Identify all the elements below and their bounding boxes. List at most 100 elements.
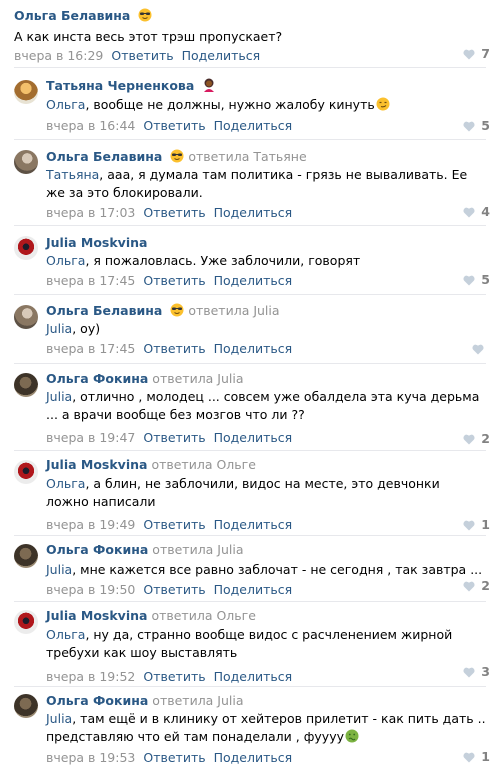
like-button[interactable]: 2 (463, 431, 490, 448)
like-count: 1 (481, 517, 490, 532)
avatar[interactable] (14, 305, 38, 329)
comment-text: Ольга, я пожаловлась. Уже заблочили, гов… (46, 253, 361, 268)
avatar[interactable] (14, 150, 38, 174)
reply-to-label[interactable]: ответила Julia (152, 693, 243, 708)
like-button[interactable]: 5 (463, 118, 490, 135)
mention-link[interactable]: Julia (46, 321, 72, 336)
like-button[interactable]: 1 (463, 749, 490, 766)
avatar[interactable] (14, 236, 38, 260)
mention-link[interactable]: Ольга (46, 476, 85, 491)
like-button[interactable]: 7 (463, 46, 490, 63)
comment-author[interactable]: Ольга Фокина (46, 542, 148, 557)
reply-button[interactable]: Ответить (143, 205, 205, 220)
comment-text: Julia, мне кажется все равно заблочат - … (46, 562, 483, 577)
share-button[interactable]: Поделиться (214, 750, 293, 765)
reply-button[interactable]: Ответить (143, 341, 205, 356)
mention-link[interactable]: Ольга (46, 627, 85, 642)
comment-date[interactable]: вчера в 19:50 (46, 582, 135, 597)
comment: Julia Moskvina ответила Ольге Ольга, ну … (0, 602, 504, 686)
reply-to-label[interactable]: ответила Julia (152, 542, 243, 557)
heart-icon (463, 433, 475, 448)
sunglasses-emoji-icon (138, 8, 152, 25)
comment-date[interactable]: вчера в 17:45 (46, 341, 135, 356)
like-button[interactable]: 2 (463, 578, 490, 595)
mention-link[interactable]: Ольга (46, 253, 85, 268)
nauseated-emoji-icon (345, 729, 359, 748)
reply-to-label[interactable]: ответила Julia (188, 303, 279, 318)
like-count: 2 (481, 431, 490, 446)
mention-link[interactable]: Julia (46, 389, 72, 404)
avatar[interactable] (14, 610, 38, 634)
reply-button[interactable]: Ответить (143, 750, 205, 765)
mention-link[interactable]: Ольга (46, 97, 85, 112)
comment: Julia Moskvina ответила Ольге Ольга, а б… (0, 451, 504, 535)
comment-author[interactable]: Julia Moskvina (46, 235, 147, 250)
like-button[interactable]: 1 (463, 517, 490, 534)
mention-link[interactable]: Julia (46, 711, 72, 726)
woman-emoji-icon (202, 78, 216, 95)
avatar[interactable] (14, 80, 38, 104)
comment-author[interactable]: Татьяна Черненкова (46, 78, 194, 93)
comment-author[interactable]: Ольга Белавина (14, 8, 130, 23)
reply-to-label[interactable]: ответила Ольге (151, 608, 255, 623)
mention-link[interactable]: Татьяна (46, 167, 99, 182)
heart-icon (463, 48, 475, 63)
comment-author[interactable]: Julia Moskvina (46, 457, 147, 472)
like-count: 5 (481, 272, 490, 287)
heart-icon (463, 666, 475, 681)
comment: Ольга Белавина А как инста весь этот трэ… (0, 0, 504, 66)
reply-to-label[interactable]: ответила Ольге (151, 457, 255, 472)
comment-author[interactable]: Ольга Белавина (46, 303, 162, 318)
mention-link[interactable]: Julia (46, 562, 72, 577)
share-button[interactable]: Поделиться (182, 48, 261, 63)
comment: Ольга Белавина ответила Julia Julia, оу)… (0, 295, 504, 363)
like-button[interactable] (472, 341, 490, 358)
comment-text: Татьяна, ааа, я думала там политика - гр… (46, 167, 468, 200)
reply-button[interactable]: Ответить (111, 48, 173, 63)
avatar[interactable] (14, 373, 38, 397)
like-count: 1 (481, 749, 490, 764)
reply-button[interactable]: Ответить (143, 430, 205, 445)
share-button[interactable]: Поделиться (214, 430, 293, 445)
reply-button[interactable]: Ответить (143, 118, 205, 133)
comment-date[interactable]: вчера в 17:03 (46, 205, 135, 220)
reply-button[interactable]: Ответить (143, 517, 205, 532)
sunglasses-emoji-icon (170, 303, 184, 320)
heart-icon (463, 274, 475, 289)
comment: Татьяна Черненкова Ольга, вообще не долж… (0, 68, 504, 138)
share-button[interactable]: Поделиться (214, 669, 293, 684)
comment-author[interactable]: Ольга Фокина (46, 371, 148, 386)
reply-button[interactable]: Ответить (143, 273, 205, 288)
comment-date[interactable]: вчера в 19:53 (46, 750, 135, 765)
reply-to-label[interactable]: ответила Julia (152, 371, 243, 386)
comment-date[interactable]: вчера в 16:29 (14, 48, 103, 63)
comment-date[interactable]: вчера в 17:45 (46, 273, 135, 288)
comment: Ольга Фокина ответила Julia Julia, мне к… (0, 536, 504, 602)
reply-to-label[interactable]: ответила Татьяне (188, 149, 306, 164)
avatar[interactable] (14, 460, 38, 484)
like-button[interactable]: 4 (463, 204, 490, 221)
comment-author[interactable]: Ольга Белавина (46, 149, 162, 164)
avatar[interactable] (14, 694, 38, 718)
comment-author[interactable]: Ольга Фокина (46, 693, 148, 708)
avatar[interactable] (14, 544, 38, 568)
like-button[interactable]: 5 (463, 272, 490, 289)
reply-button[interactable]: Ответить (143, 582, 205, 597)
share-button[interactable]: Поделиться (214, 341, 293, 356)
comment-text: Ольга, а блин, не заблочили, видос на ме… (46, 476, 440, 509)
like-button[interactable]: 3 (463, 664, 490, 681)
share-button[interactable]: Поделиться (214, 582, 293, 597)
reply-button[interactable]: Ответить (143, 669, 205, 684)
share-button[interactable]: Поделиться (214, 517, 293, 532)
comment-date[interactable]: вчера в 19:52 (46, 669, 135, 684)
like-count: 4 (481, 204, 490, 219)
share-button[interactable]: Поделиться (214, 205, 293, 220)
comment-date[interactable]: вчера в 19:49 (46, 517, 135, 532)
share-button[interactable]: Поделиться (214, 273, 293, 288)
share-button[interactable]: Поделиться (214, 118, 293, 133)
comment-author[interactable]: Julia Moskvina (46, 608, 147, 623)
comment-date[interactable]: вчера в 19:47 (46, 430, 135, 445)
like-count: 3 (481, 664, 490, 679)
comment-text: Ольга, вообще не должны, нужно жалобу ки… (46, 96, 486, 116)
comment-date[interactable]: вчера в 16:44 (46, 118, 135, 133)
